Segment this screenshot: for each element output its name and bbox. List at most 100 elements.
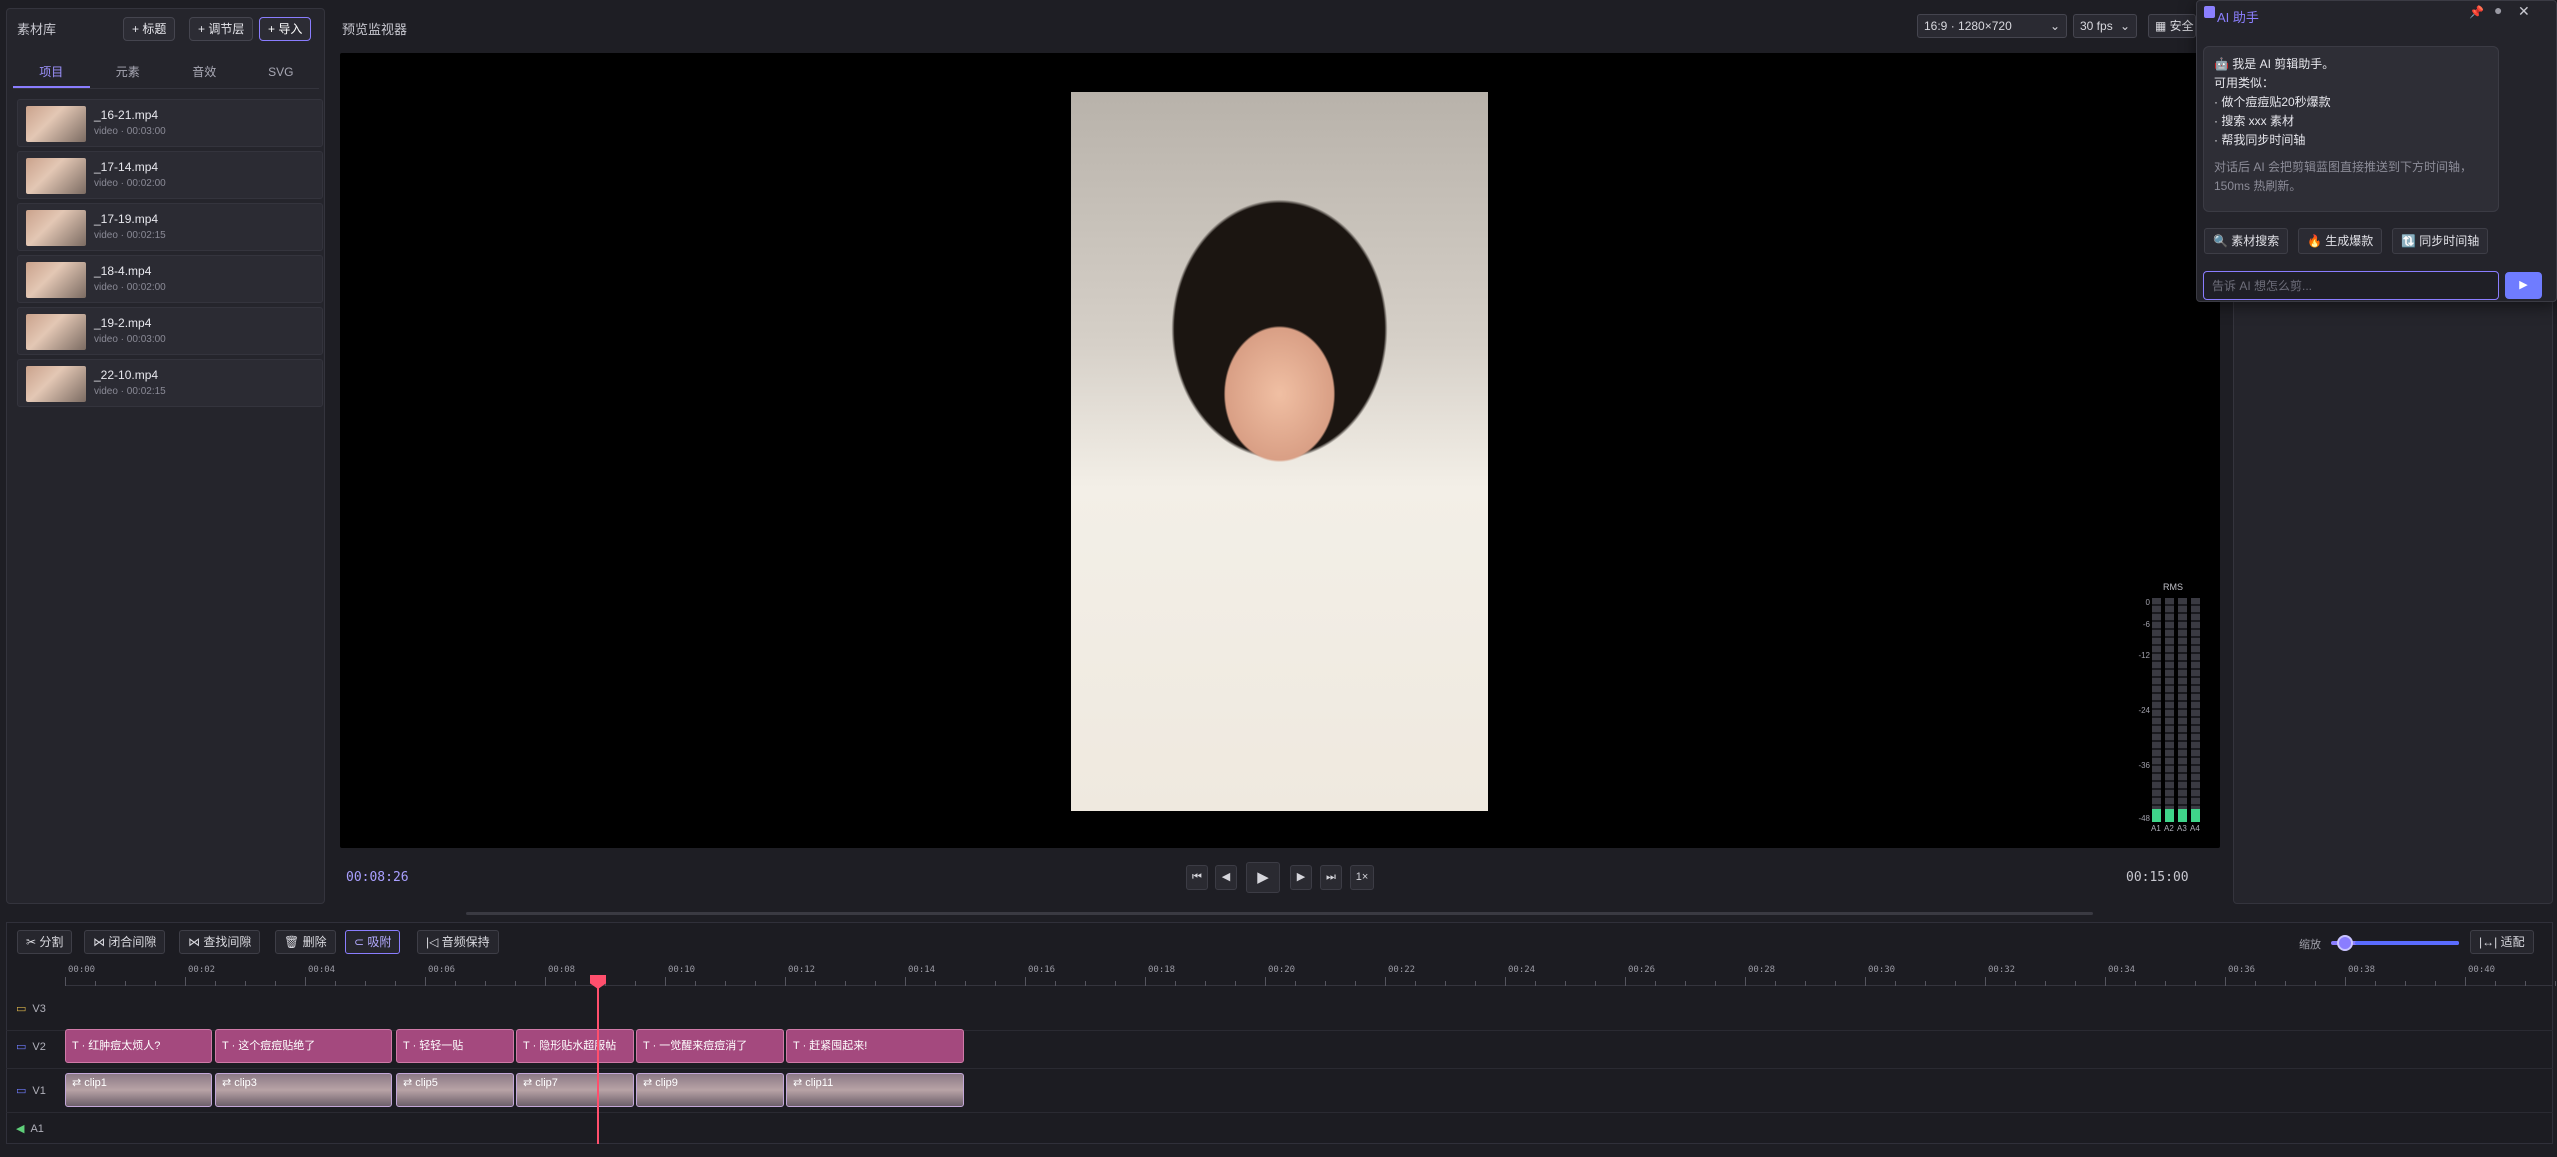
meter-scale-48: -48 <box>2138 814 2150 823</box>
ruler-label: 00:00 <box>68 965 96 975</box>
ruler-minor-tick <box>275 981 276 986</box>
total-timecode: 00:15:00 <box>2126 870 2189 885</box>
asset-item[interactable]: _19-2.mp4video · 00:03:00 <box>17 307 323 355</box>
close-gap-button[interactable]: ⋈ 闭合间隙 <box>84 930 166 954</box>
asset-item[interactable]: _18-4.mp4 video · 00:02:00 <box>17 255 323 303</box>
ruler-minor-tick <box>1355 981 1356 986</box>
text-clip[interactable]: T · 一觉醒来痘痘消了 <box>636 1029 784 1063</box>
text-clip[interactable]: T · 红肿痘太烦人? <box>65 1029 212 1063</box>
send-button[interactable]: ▶ <box>2505 272 2542 299</box>
time-ruler[interactable]: 00:00 00:02 00:04 00:06 00:08 00:10 00:12 00:14… <box>65 962 2556 986</box>
ai-line: · 帮我同步时间轴 <box>2214 133 2306 147</box>
add-title-button[interactable]: + 标题 <box>123 17 176 41</box>
text-clip[interactable]: T · 这个痘痘贴绝了 <box>215 1029 392 1063</box>
text-clip[interactable]: T · 赶紧囤起来! <box>786 1029 964 1063</box>
tab-elements[interactable]: 元素 <box>90 55 167 88</box>
asset-thumbnail <box>26 366 86 402</box>
ruler-tick <box>1865 977 1866 986</box>
delete-button[interactable]: 🗑 删除 <box>275 930 336 954</box>
ruler-minor-tick <box>2435 981 2436 986</box>
playhead-line[interactable] <box>597 976 599 1144</box>
zoom-slider-thumb[interactable] <box>2337 935 2353 951</box>
asset-thumbnail <box>26 106 86 142</box>
step-back-button[interactable]: ◀ <box>1215 865 1237 890</box>
text-clip[interactable]: T · 轻轻一贴 <box>396 1029 514 1063</box>
ruler-label: 00:30 <box>1868 965 1896 975</box>
sync-timeline-chip[interactable]: 🔃 同步时间轴 <box>2392 228 2489 254</box>
asset-meta: video · 00:02:15 <box>94 230 166 241</box>
asset-thumbnail <box>26 158 86 194</box>
asset-thumbnail <box>26 314 86 350</box>
robot-icon <box>2204 6 2215 18</box>
generate-viral-chip[interactable]: 🔥 生成爆款 <box>2298 228 2383 254</box>
video-clip[interactable]: ⇄ clip5 <box>396 1073 514 1107</box>
text-clip[interactable]: T · 隐形贴水超服帖 <box>516 1029 634 1063</box>
ruler-label: 00:38 <box>2348 965 2376 975</box>
track-label: A1 <box>30 1123 44 1135</box>
meter-scale-12: -12 <box>2138 651 2150 660</box>
fit-button[interactable]: |↔| 适配 <box>2470 930 2534 954</box>
ruler-minor-tick <box>1535 981 1536 986</box>
video-clip[interactable]: ⇄ clip3 <box>215 1073 392 1107</box>
asset-meta: video · 00:03:00 <box>94 334 166 345</box>
ruler-minor-tick <box>2165 981 2166 986</box>
ruler-minor-tick <box>995 981 996 986</box>
tab-project[interactable]: 项目 <box>13 55 90 88</box>
skip-start-button[interactable]: ⏮ <box>1186 865 1208 890</box>
ai-prompt-input[interactable] <box>2203 271 2499 300</box>
tab-sound[interactable]: 音效 <box>166 55 243 88</box>
meter-label-a1: A1 <box>2151 824 2161 833</box>
playback-speed-button[interactable]: 1× <box>1350 865 1374 890</box>
aspect-select[interactable]: 16:9 · 1280×720 ⌄ <box>1917 14 2067 38</box>
ruler-tick <box>545 977 546 986</box>
monitor-icon: ▭ <box>16 1041 27 1053</box>
play-button[interactable]: ▶ <box>1246 862 1280 893</box>
asset-item[interactable]: _17-14.mp4 video · 00:02:00 <box>17 151 323 199</box>
ruler-label: 00:20 <box>1268 965 1296 975</box>
ruler-minor-tick <box>845 981 846 986</box>
keep-audio-toggle[interactable]: |◁ 音频保持 <box>417 930 499 954</box>
ruler-minor-tick <box>2285 981 2286 986</box>
asset-item[interactable]: _17-19.mp4video · 00:02:15 <box>17 203 323 251</box>
split-button[interactable]: ✂ 分割 <box>17 930 73 954</box>
asset-search-chip[interactable]: 🔍 素材搜索 <box>2204 228 2289 254</box>
find-gap-button[interactable]: ⋈ 查找间隙 <box>179 930 261 954</box>
asset-item[interactable]: _16-21.mp4 video · 00:03:00 <box>17 99 323 147</box>
video-clip[interactable]: ⇄ clip9 <box>636 1073 784 1107</box>
ruler-minor-tick <box>245 981 246 986</box>
video-clip[interactable]: ⇄ clip11 <box>786 1073 964 1107</box>
import-button[interactable]: + 导入 <box>259 17 312 41</box>
fps-select[interactable]: 30 fps ⌄ <box>2073 14 2137 38</box>
ruler-minor-tick <box>2075 981 2076 986</box>
close-icon[interactable]: ✕ <box>2518 3 2530 20</box>
asset-name: _17-19.mp4 <box>94 212 159 226</box>
snap-toggle[interactable]: ⊂ 吸附 <box>345 930 401 954</box>
asset-panel: 素材库 + 标题 + 调节层 + 导入 项目 元素 音效 SVG _16-21.… <box>6 8 325 904</box>
safe-area-toggle[interactable]: ▦ 安全 <box>2148 14 2196 38</box>
ruler-minor-tick <box>95 981 96 986</box>
ruler-minor-tick <box>1175 981 1176 986</box>
panel-scrollbar[interactable] <box>466 912 2093 915</box>
ruler-minor-tick <box>2315 981 2316 986</box>
add-adjust-layer-button[interactable]: + 调节层 <box>189 17 254 41</box>
ruler-label: 00:26 <box>1628 965 1656 975</box>
ai-note: 对话后 AI 会把剪辑蓝图直接推送到下方时间轴，150ms 热刷新。 <box>2214 160 2473 193</box>
ruler-tick <box>1985 977 1986 986</box>
step-forward-button[interactable]: ▶ <box>1290 865 1312 890</box>
ruler-minor-tick <box>2405 981 2406 986</box>
asset-name: _16-21.mp4 <box>94 108 159 122</box>
asset-item[interactable]: _22-10.mp4 video · 00:02:15 <box>17 359 323 407</box>
minimize-icon[interactable]: ● <box>2494 2 2502 18</box>
ruler-label: 00:32 <box>1988 965 2016 975</box>
skip-end-button[interactable]: ⏭ <box>1320 865 1342 890</box>
ruler-minor-tick <box>395 981 396 986</box>
asset-name: _19-2.mp4 <box>94 316 152 330</box>
video-clip[interactable]: ⇄ clip7 <box>516 1073 634 1107</box>
tab-svg[interactable]: SVG <box>243 55 320 88</box>
pin-icon[interactable]: 📌 <box>2469 5 2484 19</box>
video-clip[interactable]: ⇄ clip1 <box>65 1073 212 1107</box>
ruler-minor-tick <box>2555 981 2556 986</box>
ai-greeting: 🤖 我是 AI 剪辑助手。 <box>2214 57 2335 71</box>
ruler-tick <box>65 977 66 986</box>
ai-line: 可用类似： <box>2214 76 2275 90</box>
